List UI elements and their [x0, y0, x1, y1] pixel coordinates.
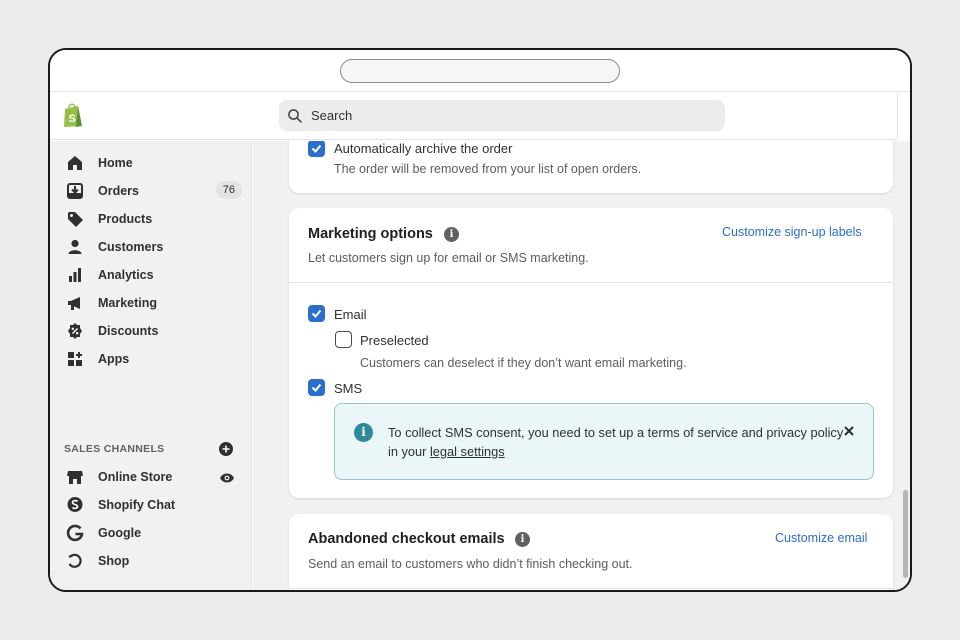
sidebar-item-discounts[interactable]: Discounts — [66, 319, 242, 343]
svg-text:S: S — [69, 113, 76, 125]
admin-topbar: S Search — [50, 92, 898, 140]
sidebar-item-customers[interactable]: Customers — [66, 235, 242, 259]
archive-order-description: The order will be removed from your list… — [334, 162, 642, 176]
sidebar-item-label: Discounts — [98, 324, 159, 338]
add-channel-icon[interactable] — [219, 442, 233, 456]
sidebar-item-label: Home — [98, 156, 133, 170]
browser-toolbar — [50, 50, 910, 92]
info-icon[interactable]: i — [515, 532, 530, 547]
sidebar-item-online-store[interactable]: Online Store — [66, 465, 242, 489]
sidebar-item-home[interactable]: Home — [66, 151, 242, 175]
person-icon — [68, 239, 82, 254]
sidebar-item-label: Apps — [98, 352, 130, 366]
info-circle-icon: i — [354, 423, 373, 442]
preselected-checkbox[interactable] — [335, 331, 352, 348]
sidebar-item-apps[interactable]: Apps — [66, 347, 242, 371]
preselected-help-text: Customers can deselect if they don’t wan… — [360, 356, 687, 370]
sidebar-item-orders[interactable]: Orders 76 — [66, 179, 242, 203]
search-icon — [288, 108, 302, 123]
email-label: Email — [334, 307, 367, 322]
sms-label: SMS — [334, 381, 363, 396]
search-bar[interactable]: Search — [279, 100, 725, 131]
check-icon — [311, 383, 322, 392]
sidebar-item-label: Orders — [98, 184, 139, 198]
sms-consent-message: To collect SMS consent, you need to set … — [388, 423, 848, 461]
store-icon — [67, 471, 83, 484]
customize-signup-labels-link[interactable]: Customize sign-up labels — [722, 225, 862, 239]
sidebar-item-label: Shopify Chat — [98, 498, 176, 512]
sidebar-item-marketing[interactable]: Marketing — [66, 291, 242, 315]
orders-count-badge: 76 — [215, 181, 242, 199]
settings-content: Automatically archive the order The orde… — [253, 141, 910, 590]
legal-settings-link[interactable]: legal settings — [430, 444, 505, 459]
sidebar: Home Orders 76 Products Customers Analyt… — [50, 141, 252, 590]
marketing-options-description: Let customers sign up for email or SMS m… — [308, 251, 589, 265]
archive-order-label: Automatically archive the order — [334, 141, 513, 156]
scrollbar-thumb[interactable] — [903, 490, 908, 578]
sidebar-item-label: Marketing — [98, 296, 158, 310]
shop-icon — [68, 553, 82, 568]
sidebar-item-label: Analytics — [98, 268, 154, 282]
orders-icon — [67, 183, 83, 199]
search-placeholder: Search — [311, 108, 353, 123]
apps-icon — [68, 352, 82, 366]
marketing-options-title: Marketing options — [308, 226, 433, 242]
chat-icon — [67, 497, 83, 512]
bar-chart-icon — [69, 268, 81, 282]
abandoned-checkout-card: Abandoned checkout emails i Customize em… — [289, 514, 893, 590]
order-processing-card: Automatically archive the order The orde… — [289, 141, 893, 193]
check-icon — [311, 144, 322, 153]
sales-channels-heading: SALES CHANNELS — [64, 443, 165, 455]
sidebar-item-analytics[interactable]: Analytics — [66, 263, 242, 287]
preselected-label: Preselected — [360, 333, 429, 348]
card-divider — [289, 282, 893, 283]
marketing-options-card: Marketing options i Customize sign-up la… — [289, 208, 893, 498]
home-icon — [68, 156, 82, 170]
discount-icon — [68, 323, 82, 339]
sidebar-item-shop[interactable]: Shop — [66, 549, 242, 573]
address-bar[interactable] — [340, 59, 620, 83]
sidebar-item-products[interactable]: Products — [66, 207, 242, 231]
sidebar-item-label: Shop — [98, 554, 130, 568]
sidebar-item-label: Google — [98, 526, 142, 540]
archive-order-checkbox[interactable] — [308, 141, 325, 157]
shopify-logo-icon[interactable]: S — [62, 102, 84, 128]
card-divider — [289, 588, 893, 589]
eye-icon[interactable] — [219, 472, 235, 484]
sidebar-item-google[interactable]: Google — [66, 521, 242, 545]
sms-checkbox[interactable] — [308, 379, 325, 396]
tag-icon — [68, 212, 83, 227]
close-icon[interactable] — [842, 424, 856, 438]
info-icon[interactable]: i — [444, 227, 459, 242]
email-checkbox[interactable] — [308, 305, 325, 322]
sidebar-item-shopify-chat[interactable]: Shopify Chat — [66, 493, 242, 517]
sms-consent-banner: i To collect SMS consent, you need to se… — [334, 403, 874, 480]
google-icon — [66, 524, 84, 542]
sidebar-item-label: Products — [98, 212, 153, 226]
abandoned-checkout-title: Abandoned checkout emails — [308, 531, 505, 547]
customize-email-link[interactable]: Customize email — [775, 531, 867, 545]
check-icon — [311, 309, 322, 318]
sidebar-item-label: Online Store — [98, 470, 173, 484]
megaphone-icon — [68, 297, 80, 310]
browser-window: S Search Home Orders 76 Products Custome… — [48, 48, 912, 592]
abandoned-checkout-description: Send an email to customers who didn’t fi… — [308, 557, 633, 571]
sidebar-item-label: Customers — [98, 240, 164, 254]
